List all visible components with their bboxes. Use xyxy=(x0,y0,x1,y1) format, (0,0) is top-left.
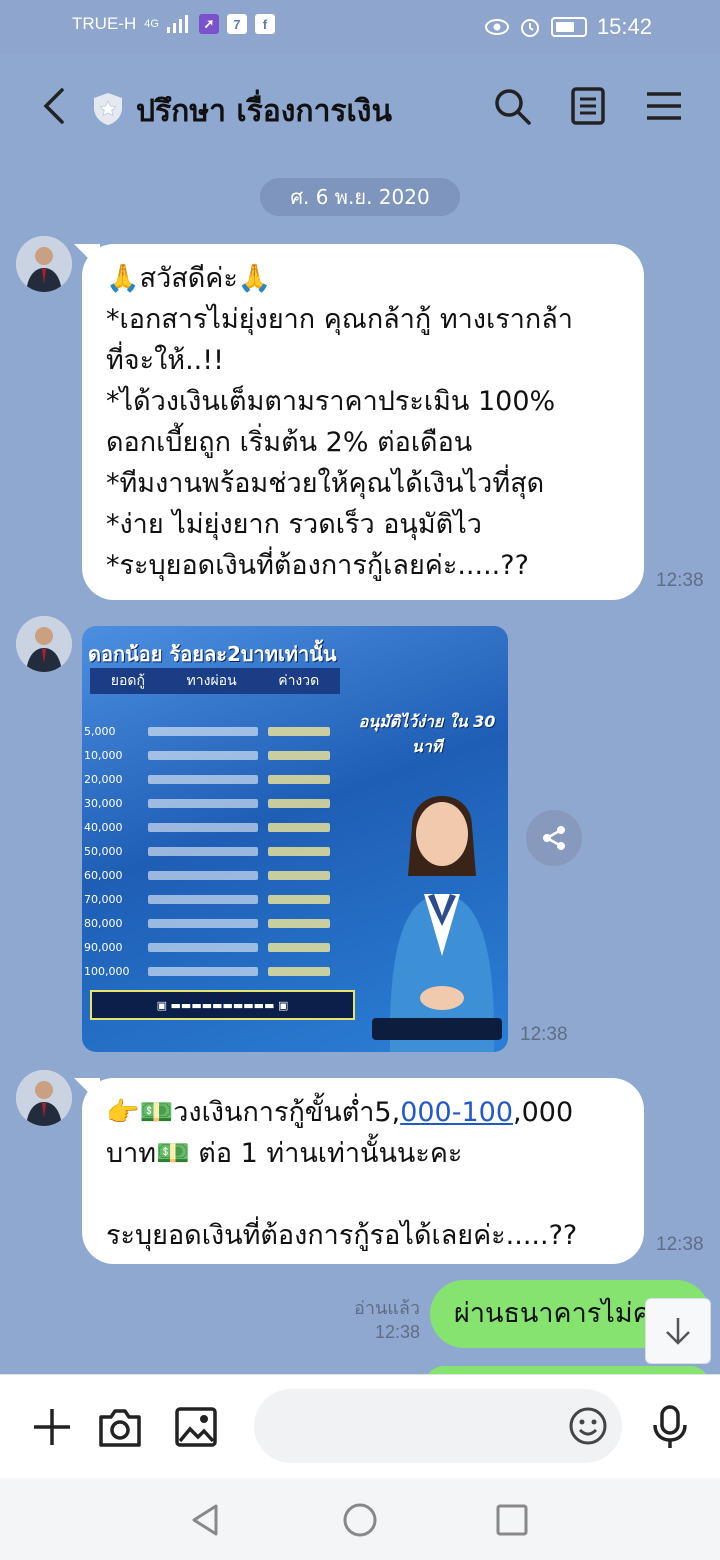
poster-amount: 5,000 xyxy=(84,724,116,738)
poster-row: 90,000 xyxy=(84,938,354,956)
poster-row: 50,000 xyxy=(84,842,354,860)
date-divider: ศ. 6 พ.ย. 2020 xyxy=(260,178,460,216)
poster-column-header: ยอดกู้ xyxy=(110,673,145,689)
nav-back-icon[interactable] xyxy=(186,1500,226,1540)
poster-row: 100,000 xyxy=(84,962,354,980)
poster-row: 10,000 xyxy=(84,746,354,764)
status-left: TRUE-H 4G ➚ 7 f xyxy=(72,14,275,34)
chat-header: ปรึกษา เรื่องการเงิน xyxy=(0,54,720,164)
alarm-icon xyxy=(520,19,539,37)
poster-row: 30,000 xyxy=(84,794,354,812)
battery-icon xyxy=(550,17,587,37)
back-arrow-icon[interactable] xyxy=(36,86,76,126)
poster-amount: 90,000 xyxy=(84,940,123,954)
message-text: ,000 xyxy=(513,1097,574,1128)
poster-headline: ดอกน้อย ร้อยละ2บาทเท่านั้น xyxy=(88,642,337,666)
status-right: 15:42 xyxy=(484,14,652,40)
status-bar: TRUE-H 4G ➚ 7 f 15:42 xyxy=(0,0,720,54)
poster-amount: 70,000 xyxy=(84,892,123,906)
message-line: 🙏สวัสดีค่ะ🙏 xyxy=(106,263,272,294)
notes-icon[interactable] xyxy=(568,86,608,126)
shield-star-icon xyxy=(94,93,122,125)
poster-amount: 20,000 xyxy=(84,772,123,786)
system-nav-bar xyxy=(0,1478,720,1560)
message-time: 12:38 xyxy=(656,570,704,591)
emoji-icon[interactable] xyxy=(568,1406,608,1446)
signal-icon xyxy=(166,15,188,33)
rocket-app-icon: ➚ xyxy=(198,14,219,34)
facebook-icon: f xyxy=(254,14,275,34)
loan-poster-image[interactable]: ดอกน้อย ร้อยละ2บาทเท่านั้น ยอดกู้ ทางผ่อ… xyxy=(82,626,508,1052)
read-label: อ่านแล้ว xyxy=(354,1298,420,1318)
poster-row: 80,000 xyxy=(84,914,354,932)
message-line: ดอกเบี้ยถูก เริ่มต้น 2% ต่อเดือน xyxy=(106,427,473,458)
chat-title: ปรึกษา เรื่องการเงิน xyxy=(136,94,392,129)
network-label: 4G xyxy=(144,18,159,30)
sender-avatar[interactable] xyxy=(16,236,72,292)
poster-amount: 30,000 xyxy=(84,796,123,810)
poster-woman-illustration xyxy=(389,796,495,1052)
message-input-bar xyxy=(0,1374,720,1478)
read-time: 12:38 xyxy=(374,1322,420,1342)
message-time: 12:38 xyxy=(656,1234,704,1255)
scroll-down-button[interactable] xyxy=(645,1298,711,1364)
message-line: 👉💵วงเงินการกู้ขั้นต่ำ5,000-100,000 xyxy=(106,1092,620,1133)
share-icon xyxy=(543,826,565,850)
arrow-down-icon xyxy=(666,1318,690,1345)
nav-recents-icon[interactable] xyxy=(492,1500,532,1540)
poster-amount: 10,000 xyxy=(84,748,123,762)
poster-amount: 40,000 xyxy=(84,820,123,834)
poster-amount: 50,000 xyxy=(84,844,123,858)
poster-row: 60,000 xyxy=(84,866,354,884)
read-receipt: อ่านแล้ว 12:38 xyxy=(350,1296,420,1344)
message-text: 👉💵วงเงินการกู้ขั้นต่ำ5, xyxy=(106,1097,401,1128)
poster-footer-banner: ▣ ▬▬▬▬▬▬▬▬▬▬ ▣ xyxy=(90,990,355,1020)
message-line: *ระบุยอดเงินที่ต้องการกู้เลยค่ะ.....?? xyxy=(106,550,529,581)
seven-eleven-icon: 7 xyxy=(226,14,247,34)
carrier-label: TRUE-H xyxy=(72,14,137,33)
message-line: ที่จะให้..!! xyxy=(106,345,224,376)
message-input[interactable] xyxy=(254,1389,622,1463)
phone-link[interactable]: 000-100 xyxy=(400,1097,513,1128)
camera-icon[interactable] xyxy=(96,1403,144,1451)
share-button[interactable] xyxy=(526,810,582,866)
message-bubble[interactable]: 👉💵วงเงินการกู้ขั้นต่ำ5,000-100,000 บาท💵 … xyxy=(82,1078,644,1264)
message-line: ระบุยอดเงินที่ต้องการกู้รอได้เลยค่ะ.....… xyxy=(106,1220,578,1251)
image-gallery-icon[interactable] xyxy=(172,1403,220,1451)
message-line: *ได้วงเงินเต็มตามราคาประเมิน 100% xyxy=(106,386,556,417)
poster-logo xyxy=(372,1018,502,1040)
plus-icon[interactable] xyxy=(28,1403,76,1451)
poster-row: 40,000 xyxy=(84,818,354,836)
message-line: *ทีมงานพร้อมช่วยให้คุณได้เงินไวที่สุด xyxy=(106,468,545,499)
nav-home-icon[interactable] xyxy=(340,1500,380,1540)
message-line: *ง่าย ไม่ยุ่งยาก รวดเร็ว อนุมัติไว xyxy=(106,509,482,540)
menu-icon[interactable] xyxy=(644,86,684,126)
poster-row: 5,000 xyxy=(84,722,354,740)
message-time: 12:38 xyxy=(520,1024,568,1045)
poster-row: 70,000 xyxy=(84,890,354,908)
poster-row: 20,000 xyxy=(84,770,354,788)
search-icon[interactable] xyxy=(492,86,532,126)
poster-column-header: ทางผ่อน xyxy=(186,673,237,689)
sender-avatar[interactable] xyxy=(16,1070,72,1126)
message-line: บาท💵 ต่อ 1 ท่านเท่านั้นนะคะ xyxy=(106,1138,463,1169)
poster-column-headers: ยอดกู้ ทางผ่อน ค่างวด xyxy=(90,668,340,694)
poster-amount: 100,000 xyxy=(84,964,130,978)
sender-avatar[interactable] xyxy=(16,616,72,672)
poster-column-header: ค่างวด xyxy=(278,673,320,689)
poster-amount: 60,000 xyxy=(84,868,123,882)
message-line: *เอกสารไม่ยุ่งยาก คุณกล้ากู้ ทางเรากล้า xyxy=(106,304,573,335)
clock-time: 15:42 xyxy=(596,14,652,39)
eye-icon xyxy=(484,19,509,35)
poster-slogan: อนุมัติไว้ง่าย ใน 30 นาที xyxy=(358,712,496,756)
message-bubble[interactable]: 🙏สวัสดีค่ะ🙏 *เอกสารไม่ยุ่งยาก คุณกล้ากู้… xyxy=(82,244,644,600)
poster-amount: 80,000 xyxy=(84,916,123,930)
microphone-icon[interactable] xyxy=(646,1403,694,1451)
